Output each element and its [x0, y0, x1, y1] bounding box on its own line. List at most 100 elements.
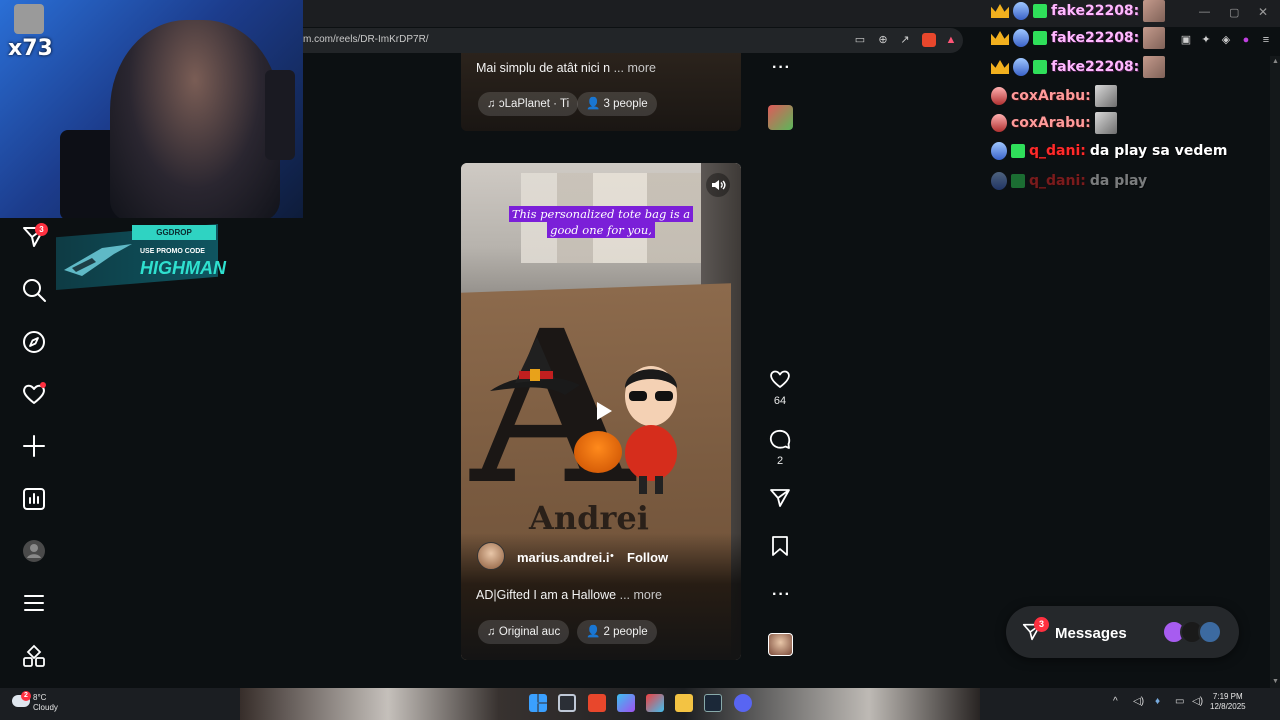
- tray-overflow-icon[interactable]: ^: [1113, 696, 1118, 707]
- chat-emote: [1094, 112, 1117, 134]
- brave-browser-icon[interactable]: [588, 694, 606, 712]
- promo-line: USE PROMO CODE: [140, 248, 205, 255]
- author-separator: •: [610, 550, 614, 562]
- tray-audio-device-icon[interactable]: ◁): [1133, 696, 1144, 707]
- reel-card-current[interactable]: A Andrei This personalized tote bag is a…: [461, 163, 741, 660]
- chat-emote: [1094, 85, 1117, 107]
- minimize-icon[interactable]: —: [1199, 6, 1210, 18]
- reel-more-link[interactable]: ... more: [614, 61, 656, 75]
- reel-audio-chip[interactable]: ♫ ɔLaPlanet · Ti: [478, 92, 579, 116]
- tray-clock[interactable]: 7:19 PM 12/8/2025: [1210, 692, 1246, 712]
- author-username[interactable]: marius.andrei.i: [517, 550, 609, 565]
- create-plus-icon[interactable]: [21, 433, 47, 459]
- notifications-heart-icon[interactable]: [21, 381, 47, 407]
- file-explorer-icon[interactable]: [675, 694, 693, 712]
- user-badge-icon: [991, 114, 1007, 132]
- leo-ai-icon[interactable]: ●: [1239, 33, 1253, 47]
- webcam-overlay: [0, 0, 303, 218]
- vpn-icon[interactable]: ◈: [1219, 33, 1233, 47]
- close-window-icon[interactable]: ✕: [1258, 5, 1268, 19]
- unmute-button[interactable]: [706, 173, 730, 197]
- more-menu-icon[interactable]: [21, 590, 47, 616]
- chat-emote: [1143, 0, 1166, 22]
- chat-message: q_dani: da play: [991, 170, 1147, 192]
- witch-hat-image: [490, 337, 580, 395]
- reel-audio-chip[interactable]: ♫ Original auc: [478, 620, 570, 644]
- profile-avatar[interactable]: [21, 538, 47, 564]
- chat-username[interactable]: coxArabu:: [1011, 88, 1091, 104]
- also-from-meta-icon[interactable]: [21, 643, 47, 669]
- gift-badge-icon: [1011, 174, 1025, 188]
- webcam-streamer: [110, 20, 280, 218]
- author-avatar[interactable]: [477, 542, 505, 570]
- reel-more-link[interactable]: ... more: [620, 588, 662, 602]
- cartoon-kid-image: [625, 366, 677, 494]
- tray-mic-icon[interactable]: ♦: [1155, 696, 1160, 707]
- chat-username[interactable]: fake22208:: [1051, 3, 1139, 19]
- tray-date: 12/8/2025: [1210, 702, 1246, 711]
- webcam-sub-avatar: [14, 4, 44, 34]
- reel-people-chip[interactable]: 👤 3 people: [577, 92, 657, 116]
- scrollbar[interactable]: ▲ ▼: [1270, 56, 1280, 688]
- reel-overlay-caption: This personalized tote bag is a good one…: [501, 206, 701, 238]
- like-heart-icon[interactable]: [768, 367, 792, 391]
- search-icon[interactable]: [21, 277, 47, 303]
- tray-volume-icon[interactable]: ◁): [1192, 696, 1203, 707]
- share-icon[interactable]: [768, 486, 792, 510]
- chat-username[interactable]: q_dani:: [1029, 173, 1086, 189]
- gift-badge-icon: [1033, 60, 1047, 74]
- chat-username[interactable]: fake22208:: [1051, 30, 1139, 46]
- reel-top-audio-thumb[interactable]: [768, 105, 793, 130]
- chat-message: fake22208:: [991, 0, 1166, 22]
- taskbar-webcam-bleed: [240, 688, 980, 720]
- weather-widget[interactable]: 8°C Cloudy: [33, 693, 58, 713]
- wallet-icon[interactable]: ▣: [1179, 33, 1193, 47]
- menu-icon[interactable]: ≡: [1259, 33, 1273, 47]
- scroll-up-icon[interactable]: ▲: [1272, 58, 1279, 65]
- explore-compass-icon[interactable]: [21, 329, 47, 355]
- chat-username[interactable]: q_dani:: [1029, 143, 1086, 159]
- steam-icon[interactable]: [704, 694, 722, 712]
- scroll-down-icon[interactable]: ▼: [1272, 678, 1279, 685]
- cast-icon[interactable]: ▭: [853, 33, 867, 47]
- reel-options-icon[interactable]: ···: [772, 586, 791, 604]
- discord-icon[interactable]: [734, 694, 752, 712]
- reel-audio-thumb[interactable]: [768, 633, 793, 656]
- copilot-icon[interactable]: [617, 694, 635, 712]
- restore-icon[interactable]: ▢: [1229, 6, 1239, 19]
- microsoft-365-icon[interactable]: [646, 694, 664, 712]
- reel-card-previous[interactable]: Mai simplu de atât nici n ... more ♫ ɔLa…: [461, 53, 741, 131]
- pumpkin-image: [574, 431, 622, 473]
- chat-message: fake22208:: [991, 56, 1166, 78]
- chat-username[interactable]: coxArabu:: [1011, 115, 1091, 131]
- chat-message-text: da play sa vedem: [1089, 143, 1228, 159]
- dashboard-chart-icon[interactable]: [21, 486, 47, 512]
- chat-message-text: da play: [1089, 173, 1148, 189]
- follow-button[interactable]: Follow: [627, 550, 668, 565]
- play-icon[interactable]: [592, 400, 614, 422]
- brave-shield-icon[interactable]: [922, 33, 936, 47]
- reel-people-chip[interactable]: 👤 2 people: [577, 620, 657, 644]
- reel-caption[interactable]: Mai simplu de atât nici n ... more: [476, 61, 656, 75]
- messages-label[interactable]: Messages: [1055, 625, 1127, 642]
- user-badge-icon: [991, 142, 1007, 160]
- share-icon[interactable]: ↗: [898, 33, 912, 47]
- chat-message: coxArabu:: [991, 112, 1117, 134]
- reel-caption-text: AD|Gifted I am a Hallowe: [476, 588, 617, 602]
- bookmark-icon[interactable]: [768, 534, 792, 558]
- gift-badge-icon: [1033, 31, 1047, 45]
- extensions-icon[interactable]: ✦: [1199, 33, 1213, 47]
- task-view-icon[interactable]: [558, 694, 576, 712]
- webcam-counter: x73: [8, 36, 53, 61]
- comment-icon[interactable]: [768, 427, 792, 451]
- promo-knife-image: [64, 244, 132, 276]
- tray-network-icon[interactable]: ▭: [1175, 696, 1184, 707]
- url-text[interactable]: m.com/reels/DR-ImKrDP7R/: [303, 34, 429, 45]
- rewards-icon[interactable]: ▲: [944, 33, 958, 47]
- messages-nav-icon[interactable]: 3: [21, 223, 48, 250]
- chat-username[interactable]: fake22208:: [1051, 59, 1139, 75]
- reel-caption[interactable]: AD|Gifted I am a Hallowe ... more: [476, 588, 662, 602]
- zoom-icon[interactable]: ⊕: [876, 33, 890, 47]
- gift-badge-icon: [1033, 4, 1047, 18]
- reel-top-options-icon[interactable]: ···: [772, 59, 791, 77]
